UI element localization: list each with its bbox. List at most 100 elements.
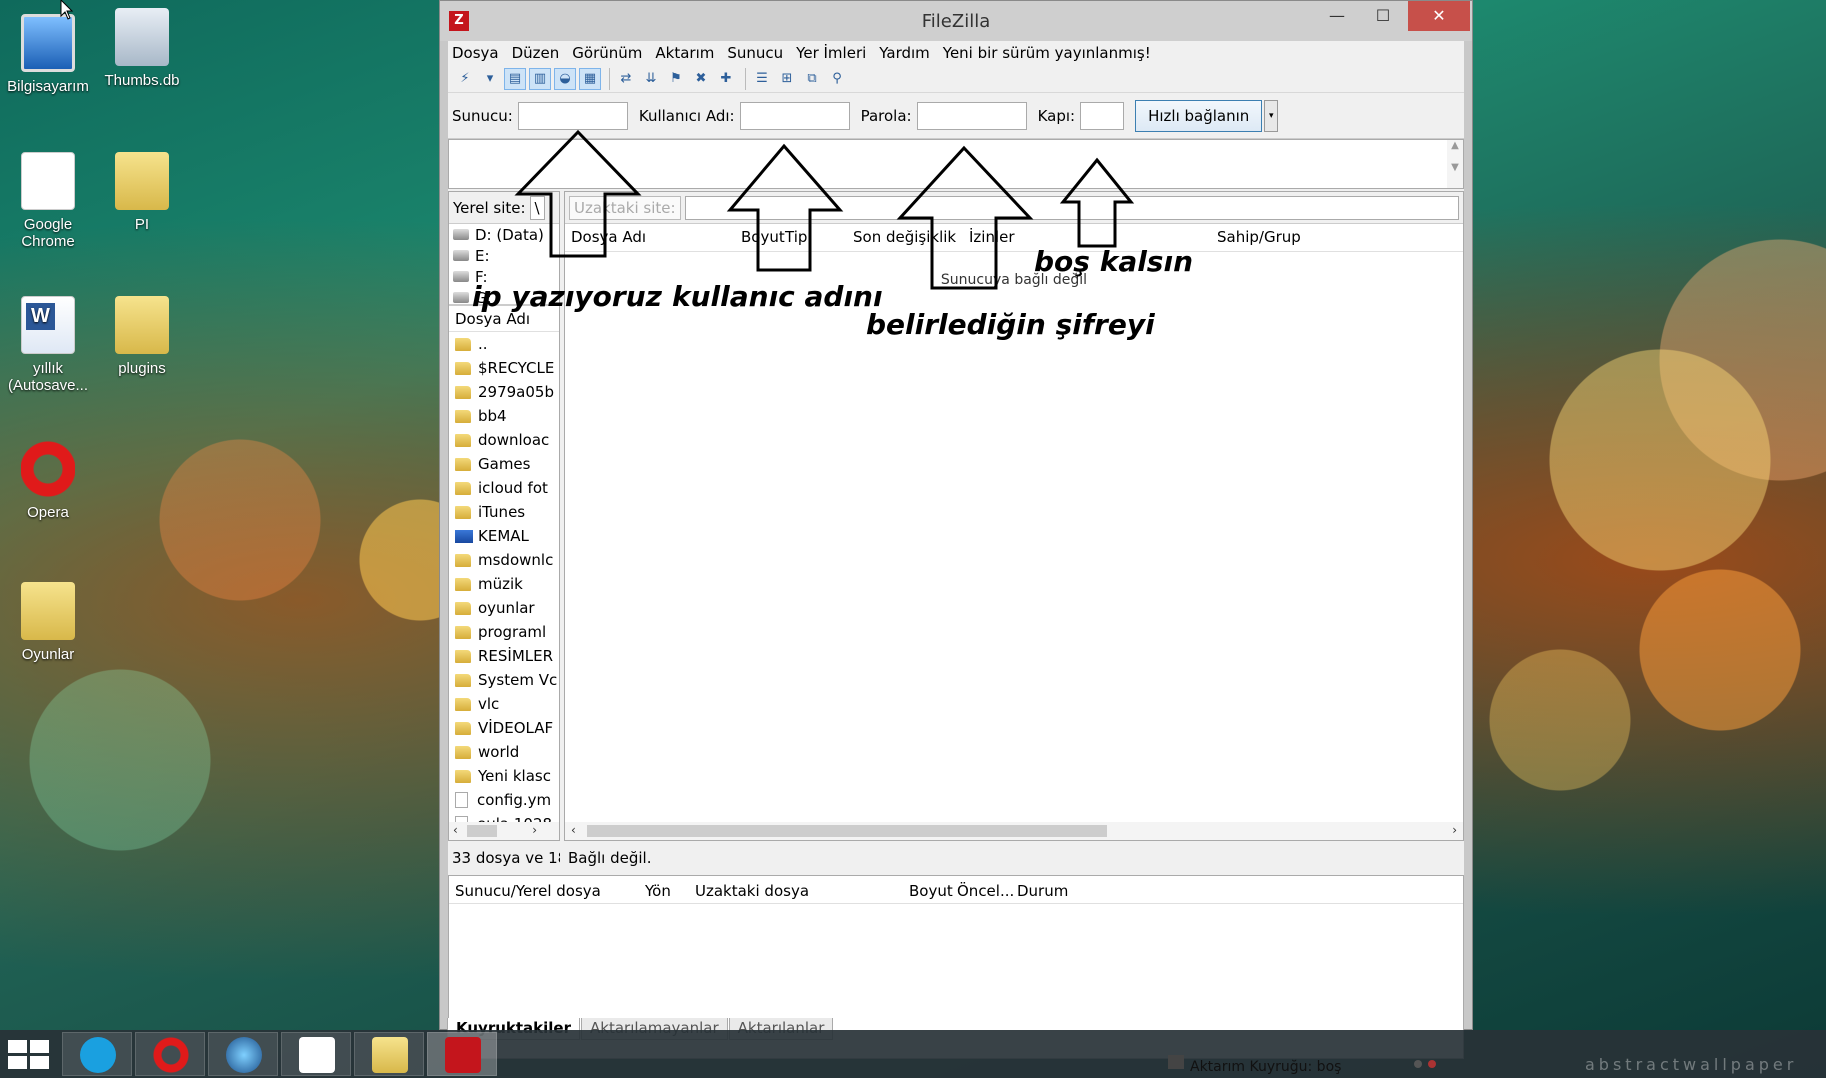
desktop-icon-opera[interactable]: Opera bbox=[0, 440, 96, 521]
filter-icon[interactable]: ☰ bbox=[751, 68, 773, 90]
menu-file[interactable]: Dosya bbox=[452, 44, 499, 62]
start-button[interactable] bbox=[8, 1040, 52, 1070]
activity-indicator-icon bbox=[1428, 1060, 1436, 1068]
menu-transfer[interactable]: Aktarım bbox=[655, 44, 714, 62]
username-input[interactable] bbox=[739, 101, 850, 130]
refresh-icon[interactable]: ⇄ bbox=[615, 68, 637, 90]
queue-column-priority[interactable]: Öncel... bbox=[957, 882, 1014, 900]
compare-icon[interactable]: ⊞ bbox=[776, 68, 798, 90]
minimize-button[interactable]: — bbox=[1314, 1, 1360, 31]
close-button[interactable]: ✕ bbox=[1408, 1, 1470, 31]
port-input[interactable] bbox=[1080, 101, 1125, 130]
host-input[interactable] bbox=[517, 101, 628, 130]
list-item[interactable]: programl bbox=[449, 620, 559, 644]
toggle-local-tree-icon[interactable]: ▥ bbox=[529, 67, 551, 90]
list-item[interactable]: config.ym bbox=[449, 788, 559, 812]
desktop-icon-word[interactable]: yıllık (Autosave... bbox=[0, 296, 96, 394]
menu-new-version[interactable]: Yeni bir sürüm yayınlanmış! bbox=[943, 44, 1151, 62]
chevron-left-icon[interactable]: ‹ bbox=[571, 823, 576, 837]
column-header-type[interactable]: Tip bbox=[785, 228, 807, 246]
taskbar-photo-viewer[interactable] bbox=[281, 1032, 351, 1076]
toggle-log-icon[interactable]: ▤ bbox=[504, 67, 526, 90]
menu-server[interactable]: Sunucu bbox=[727, 44, 783, 62]
site-manager-icon[interactable]: ⚡ bbox=[454, 68, 476, 90]
taskbar-media[interactable] bbox=[208, 1032, 278, 1076]
list-item[interactable]: icloud fot bbox=[449, 476, 559, 500]
desktop-icon-pi[interactable]: PI bbox=[94, 152, 190, 233]
list-item[interactable]: RESİMLER bbox=[449, 644, 559, 668]
scrollbar-thumb[interactable] bbox=[467, 825, 497, 837]
list-item[interactable]: msdownlc bbox=[449, 548, 559, 572]
list-item[interactable]: bb4 bbox=[449, 404, 559, 428]
list-item[interactable]: .. bbox=[449, 332, 559, 356]
toggle-queue-icon[interactable]: ▦ bbox=[579, 67, 601, 90]
sync-browse-icon[interactable]: ⧉ bbox=[801, 68, 823, 90]
list-item[interactable]: oyunlar bbox=[449, 596, 559, 620]
search-icon[interactable]: ⚲ bbox=[826, 68, 848, 90]
remote-site-combo[interactable] bbox=[684, 195, 1459, 220]
taskbar-skype[interactable] bbox=[62, 1032, 132, 1076]
chevron-down-icon[interactable]: ▾ bbox=[479, 68, 501, 90]
taskbar-filezilla[interactable] bbox=[427, 1032, 497, 1076]
local-horizontal-scrollbar[interactable]: ‹ › bbox=[449, 822, 559, 840]
queue-column-server[interactable]: Sunucu/Yerel dosya bbox=[455, 882, 601, 900]
list-item[interactable]: Games bbox=[449, 452, 559, 476]
window-client: Dosya Düzen Görünüm Aktarım Sunucu Yer İ… bbox=[448, 41, 1464, 1059]
list-item[interactable]: vlc bbox=[449, 692, 559, 716]
folder-icon bbox=[455, 385, 471, 399]
menu-help[interactable]: Yardım bbox=[879, 44, 930, 62]
list-item[interactable]: System Vc bbox=[449, 668, 559, 692]
list-item[interactable]: iTunes bbox=[449, 500, 559, 524]
queue-column-remote[interactable]: Uzaktaki dosya bbox=[695, 882, 809, 900]
column-header-modified[interactable]: Son değişiklik bbox=[853, 228, 956, 246]
reconnect-icon[interactable]: ✚ bbox=[715, 68, 737, 90]
queue-column-status[interactable]: Durum bbox=[1017, 882, 1068, 900]
list-item[interactable]: world bbox=[449, 740, 559, 764]
maximize-button[interactable]: ☐ bbox=[1360, 1, 1406, 31]
local-site-combo[interactable]: \ bbox=[529, 195, 545, 220]
column-header-size[interactable]: Boyut bbox=[741, 228, 785, 246]
queue-column-size[interactable]: Boyut bbox=[909, 882, 953, 900]
drive-icon bbox=[453, 250, 469, 261]
chevron-right-icon[interactable]: › bbox=[532, 823, 537, 837]
quickconnect-button[interactable]: Hızlı bağlanın bbox=[1135, 99, 1263, 132]
toggle-remote-tree-icon[interactable]: ◒ bbox=[554, 67, 576, 90]
scrollbar-thumb[interactable] bbox=[587, 825, 1107, 837]
menu-view[interactable]: Görünüm bbox=[572, 44, 642, 62]
tree-item-drive-e[interactable]: E: bbox=[449, 245, 559, 266]
desktop-icon-computer[interactable]: Bilgisayarım bbox=[0, 14, 96, 95]
menu-edit[interactable]: Düzen bbox=[512, 44, 560, 62]
list-item[interactable]: KEMAL bbox=[449, 524, 559, 548]
list-item[interactable]: müzik bbox=[449, 572, 559, 596]
cancel-operation-icon[interactable]: ⚑ bbox=[665, 68, 687, 90]
desktop-icon-chrome[interactable]: Google Chrome bbox=[0, 152, 96, 250]
list-item[interactable]: Yeni klasc bbox=[449, 764, 559, 788]
queue-column-direction[interactable]: Yön bbox=[645, 882, 671, 900]
list-item[interactable]: VİDEOLAF bbox=[449, 716, 559, 740]
list-item[interactable]: $RECYCLE bbox=[449, 356, 559, 380]
list-item[interactable]: 2979a05b bbox=[449, 380, 559, 404]
list-item-label: Yeni klasc bbox=[478, 767, 551, 785]
column-header-permissions[interactable]: İzinler bbox=[969, 228, 1015, 246]
desktop-icon-thumbs[interactable]: Thumbs.db bbox=[94, 8, 190, 89]
list-item[interactable]: downloac bbox=[449, 428, 559, 452]
desktop-icon-plugins[interactable]: plugins bbox=[94, 296, 190, 377]
column-header-owner[interactable]: Sahip/Grup bbox=[1217, 228, 1301, 246]
taskbar-file-explorer[interactable] bbox=[354, 1032, 424, 1076]
chevron-left-icon[interactable]: ‹ bbox=[453, 823, 458, 837]
chevron-right-icon[interactable]: › bbox=[1452, 823, 1457, 837]
menu-bookmarks[interactable]: Yer İmleri bbox=[796, 44, 866, 62]
tree-item-drive-d[interactable]: D: (Data) bbox=[449, 224, 559, 245]
message-log-scrollbar[interactable]: ▲ ▼ bbox=[1447, 140, 1463, 188]
transfer-queue-status: Aktarım Kuyruğu: boş bbox=[1190, 1059, 1342, 1075]
disconnect-icon[interactable]: ✖ bbox=[690, 68, 712, 90]
message-log[interactable]: ▲ ▼ bbox=[448, 139, 1464, 189]
taskbar-opera[interactable] bbox=[135, 1032, 205, 1076]
column-header-filename[interactable]: Dosya Adı bbox=[571, 228, 646, 246]
desktop-icon-oyunlar[interactable]: Oyunlar bbox=[0, 582, 96, 663]
chevron-down-icon[interactable]: ▾ bbox=[1264, 99, 1279, 132]
title-bar[interactable]: Z FileZilla — ☐ ✕ bbox=[440, 1, 1472, 41]
remote-horizontal-scrollbar[interactable]: ‹ › bbox=[565, 822, 1463, 840]
password-input[interactable] bbox=[916, 101, 1027, 130]
process-queue-icon[interactable]: ⇊ bbox=[640, 68, 662, 90]
